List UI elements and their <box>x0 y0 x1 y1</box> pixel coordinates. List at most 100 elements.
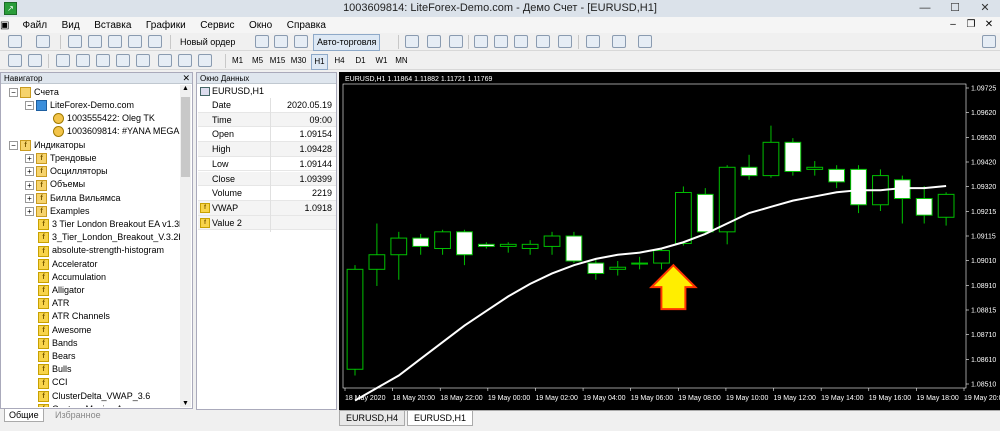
tree-node-indicator[interactable]: f 3_Tier_London_Breakout_V.3.2b <box>38 231 181 244</box>
fibonacci-icon[interactable] <box>136 54 150 67</box>
tree-node-indicator[interactable]: f Alligator <box>38 284 85 297</box>
tree-node-account[interactable]: 1003609814: #YANA MEGAR <box>53 125 181 138</box>
menu-charts[interactable]: Графики <box>140 18 192 34</box>
new-chart-icon[interactable] <box>8 35 22 48</box>
scrollbar-thumb[interactable] <box>181 97 190 177</box>
tree-node-folder[interactable]: + f Осцилляторы <box>25 165 108 178</box>
tree-node-folder[interactable]: + f Объемы <box>25 178 85 191</box>
shapes-icon[interactable] <box>198 54 212 67</box>
templates-icon[interactable] <box>638 35 652 48</box>
close-button[interactable]: ✕ <box>970 0 1000 17</box>
autoscroll-icon[interactable] <box>536 35 550 48</box>
tree-node-indicator[interactable]: f Bands <box>38 337 78 350</box>
timeframe-mn[interactable]: MN <box>393 54 410 68</box>
tree-node-server[interactable]: − LiteForex-Demo.com <box>25 99 134 112</box>
minimize-button[interactable]: — <box>910 0 940 17</box>
scroll-down-icon[interactable]: ▼ <box>182 400 189 407</box>
timeframe-m5[interactable]: M5 <box>249 54 266 68</box>
expand-icon[interactable]: + <box>25 206 34 216</box>
line-chart-icon[interactable] <box>449 35 463 48</box>
expand-icon[interactable]: + <box>25 193 34 203</box>
tree-node-indicator[interactable]: f3 Tier London Breakout EA v1.3b <box>38 218 181 231</box>
collapse-icon[interactable]: − <box>9 141 18 151</box>
chart-area[interactable]: EURUSD,H1 1.11864 1.11882 1.11721 1.1176… <box>339 72 1000 410</box>
data-window-icon[interactable] <box>88 35 102 48</box>
tree-node-indicator[interactable]: f Accumulation <box>38 271 106 284</box>
mdi-minimize-button[interactable]: – <box>946 17 960 33</box>
label-tool-icon[interactable] <box>178 54 192 67</box>
expand-icon[interactable]: + <box>25 154 34 164</box>
text-tool-icon[interactable] <box>158 54 172 67</box>
metaeditor-icon[interactable] <box>255 35 269 48</box>
timeframe-m15[interactable]: M15 <box>269 54 286 68</box>
mdi-restore-button[interactable]: ❐ <box>964 17 978 33</box>
tree-node-indicator[interactable]: f Bears <box>38 350 76 363</box>
tab-eurusd-h1[interactable]: EURUSD,H1 <box>407 411 474 426</box>
menu-view[interactable]: Вид <box>56 18 86 34</box>
menu-tools[interactable]: Сервис <box>194 18 240 34</box>
tab-common[interactable]: Общие <box>4 409 44 422</box>
navigator-icon[interactable] <box>108 35 122 48</box>
new-order-button[interactable]: Новый ордер <box>176 34 239 51</box>
chart-shift-icon[interactable] <box>558 35 572 48</box>
tree-node-indicator[interactable]: fCustom Moving Averages <box>38 403 154 407</box>
tree-node-indicator[interactable]: f absolute-strength-histogram <box>38 244 164 257</box>
tab-eurusd-h4[interactable]: EURUSD,H4 <box>339 411 406 426</box>
bar-chart-icon[interactable] <box>405 35 419 48</box>
tab-favorites[interactable]: Избранное <box>50 409 106 422</box>
collapse-icon[interactable]: − <box>25 101 34 111</box>
tree-node-indicator[interactable]: f CCI <box>38 376 68 389</box>
tile-windows-icon[interactable] <box>514 35 528 48</box>
timeframe-h4[interactable]: H4 <box>331 54 348 68</box>
horizontal-line-icon[interactable] <box>76 54 90 67</box>
zoom-out-icon[interactable] <box>494 35 508 48</box>
tree-node-folder[interactable]: + f Examples <box>25 205 90 218</box>
menu-window[interactable]: Окно <box>243 18 278 34</box>
tree-node-folder[interactable]: + f Билла Вильямса <box>25 192 120 205</box>
market-icon[interactable] <box>294 35 308 48</box>
candlestick-chart[interactable]: EURUSD,H1 1.11864 1.11882 1.11721 1.1176… <box>339 72 1000 410</box>
tree-node-indicator[interactable]: f ATR Channels <box>38 310 110 323</box>
tree-node-folder[interactable]: + f Трендовые <box>25 152 97 165</box>
expand-icon[interactable]: + <box>25 167 34 177</box>
toolbar-options-icon[interactable] <box>982 35 996 48</box>
timeframe-m1[interactable]: M1 <box>229 54 246 68</box>
timeframe-d1[interactable]: D1 <box>352 54 369 68</box>
indicators-icon[interactable] <box>586 35 600 48</box>
channel-icon[interactable] <box>116 54 130 67</box>
tester-icon[interactable] <box>148 35 162 48</box>
tree-node-indicator[interactable]: f Accelerator <box>38 258 98 271</box>
profiles-icon[interactable] <box>36 35 50 48</box>
menu-help[interactable]: Справка <box>281 18 332 34</box>
periods-icon[interactable] <box>612 35 626 48</box>
tree-node-accounts[interactable]: − Счета <box>9 86 59 99</box>
market-watch-icon[interactable] <box>68 35 82 48</box>
candlestick-icon[interactable] <box>427 35 441 48</box>
collapse-icon[interactable]: − <box>9 88 18 98</box>
crosshair-icon[interactable] <box>28 54 42 67</box>
vertical-line-icon[interactable] <box>56 54 70 67</box>
trendline-icon[interactable] <box>96 54 110 67</box>
navigator-scrollbar[interactable]: ▲ ▼ <box>180 85 191 407</box>
menu-file[interactable]: Файл <box>17 18 54 34</box>
signals-icon[interactable] <box>274 35 288 48</box>
menu-insert[interactable]: Вставка <box>88 18 137 34</box>
tree-node-indicator[interactable]: f ClusterDelta_VWAP_3.6 <box>38 390 150 403</box>
tree-node-indicator[interactable]: f ATR <box>38 297 69 310</box>
navigator-close-icon[interactable]: ✕ <box>182 73 190 84</box>
terminal-icon[interactable] <box>128 35 142 48</box>
tree-node-indicators[interactable]: − f Индикаторы <box>9 139 85 152</box>
tree-node-account[interactable]: 1003555422: Oleg TK <box>53 112 155 125</box>
mdi-close-button[interactable]: ✕ <box>982 17 996 33</box>
zoom-in-icon[interactable] <box>474 35 488 48</box>
document-icon[interactable]: ▣ <box>0 18 14 34</box>
timeframe-m30[interactable]: M30 <box>290 54 307 68</box>
autotrading-button[interactable]: Авто-торговля <box>313 34 381 51</box>
scroll-up-icon[interactable]: ▲ <box>182 85 189 92</box>
timeframe-w1[interactable]: W1 <box>373 54 390 68</box>
tree-node-indicator[interactable]: f Bulls <box>38 363 72 376</box>
timeframe-h1[interactable]: H1 <box>311 54 328 70</box>
expand-icon[interactable]: + <box>25 180 34 190</box>
cursor-icon[interactable] <box>8 54 22 67</box>
tree-node-indicator[interactable]: f Awesome <box>38 324 91 337</box>
